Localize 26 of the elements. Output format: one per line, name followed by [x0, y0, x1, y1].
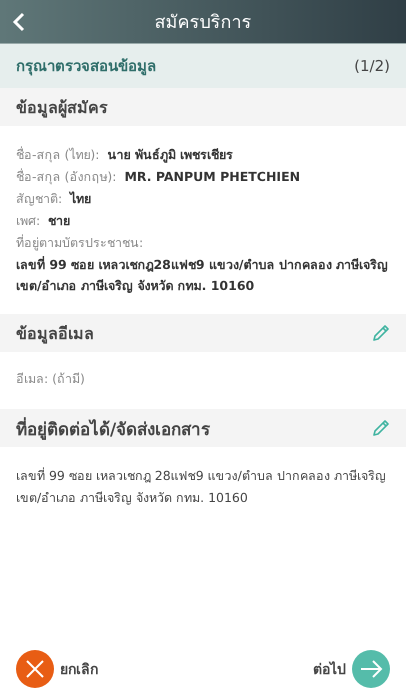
page-title: สมัครบริการ: [154, 11, 252, 35]
field-value: ชาย: [48, 212, 70, 230]
address-text: เลขที่ 99 ซอย เหลวเชกฎ 28แฟช9 แขวง/ตำบล ปากคลอง ภาษีเจริญ เขต/อำเภอ ภาษีเจริญ จังหวัด กทม. 10160: [16, 466, 387, 507]
pencil-icon: [372, 324, 390, 342]
field-value: นาย พันธ์ภูมิ เพชรเชียร: [107, 146, 234, 165]
field-label: สัญชาติ:: [16, 190, 62, 208]
arrow-right-icon: [352, 650, 390, 688]
field-value: เลขที่ 99 ซอย เหลวเชกฎ28แฟช9 แขวง/ตำบล ปากคลอง ภาษีเจริญ เขต/อำเภอ ภาษีเจริญ จังหวัด กทม. 10160: [16, 255, 390, 295]
field-label: อีเมล: (ถ้ามี): [16, 370, 85, 388]
section-title: ข้อมูลผู้สมัคร: [16, 96, 108, 120]
section-title: ข้อมูลอีเมล: [16, 322, 94, 346]
close-icon: [16, 650, 54, 688]
field-label: ที่อยู่ตามบัตรประชาชน:: [16, 233, 144, 252]
field-label: ชื่อ-สกุล (อังกฤษ):: [16, 167, 116, 186]
section-title: ที่อยู่ติดต่อได้/จัดส่งเอกสาร: [16, 414, 210, 442]
edit-button[interactable]: [372, 419, 390, 437]
step-label: กรุณาตรวจสอนข้อมูล: [16, 56, 156, 78]
field-value: ไทย: [70, 190, 92, 208]
edit-button[interactable]: [372, 324, 390, 342]
field-label: ชื่อ-สกุล (ไทย):: [16, 145, 100, 164]
field-value: MR. PANPUM PHETCHIEN: [124, 168, 300, 186]
step-count: (1/2): [354, 57, 390, 75]
cancel-button[interactable]: ยกเลิก: [16, 650, 98, 688]
pencil-icon: [372, 419, 390, 437]
next-button[interactable]: ต่อไป: [313, 650, 390, 688]
field-label: เพศ:: [16, 212, 40, 230]
